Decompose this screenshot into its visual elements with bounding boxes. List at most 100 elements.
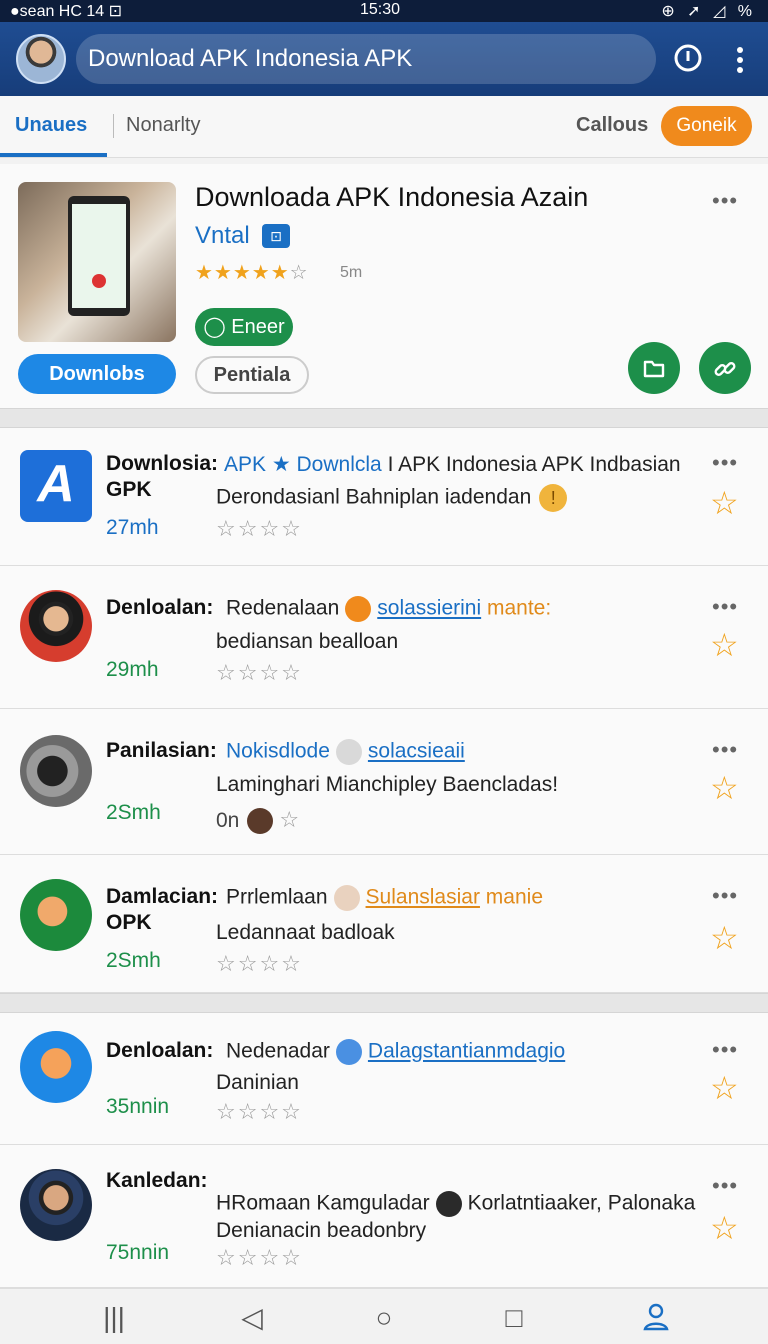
tab-indicator <box>0 153 107 157</box>
item-more-icon[interactable]: ••• <box>712 883 738 909</box>
item-rating[interactable]: ☆☆☆☆ <box>216 660 303 686</box>
avatar <box>435 1191 462 1217</box>
recents-icon[interactable]: ||| <box>94 1301 134 1335</box>
item-time: 75nnin <box>106 1241 170 1264</box>
featured-subtitle: Vntal <box>195 222 250 249</box>
verified-icon <box>335 1039 362 1065</box>
favorite-star-icon[interactable]: ☆ <box>710 484 739 522</box>
section-divider <box>0 993 768 1013</box>
item-time: 29mh <box>106 658 159 681</box>
info-icon[interactable] <box>670 42 706 78</box>
item-line2: Denianacin beadonbry <box>216 1219 427 1242</box>
item-more-icon[interactable]: ••• <box>712 1037 738 1063</box>
item-rating[interactable]: ☆ <box>279 807 299 832</box>
item-title: Panilasian: <box>106 739 217 762</box>
search-input[interactable] <box>76 34 656 84</box>
item-line2: bediansan bealloan <box>216 630 399 653</box>
item-line1: Prrlemlaan Sulanslasiar manie <box>226 885 543 911</box>
item-rating[interactable]: ☆☆☆☆ <box>216 1245 303 1271</box>
featured-thumbnail[interactable] <box>18 182 176 342</box>
item-line2: Daninian <box>216 1071 299 1094</box>
back-icon[interactable]: ◁ <box>232 1301 272 1335</box>
list-item[interactable]: Denloalan: Redenalaan solassierini mante:… <box>0 566 768 709</box>
item-more-icon[interactable]: ••• <box>712 1173 738 1199</box>
item-more-icon[interactable]: ••• <box>712 450 738 476</box>
favorite-star-icon[interactable]: ☆ <box>710 919 739 957</box>
app-icon <box>20 879 92 951</box>
item-line2: Laminghari Mianchipley Baencladas! <box>216 773 559 796</box>
app-icon <box>20 1031 92 1103</box>
featured-count: 5m <box>340 264 363 281</box>
list-item[interactable]: Damlacian: OPK Prrlemlaan Sulanslasiar ma… <box>0 855 768 993</box>
download-button[interactable]: Downlobs <box>18 354 176 394</box>
profile-icon[interactable] <box>636 1301 676 1335</box>
item-line1: HRomaan Kamguladar Korlatntiaaker, Palona… <box>216 1191 695 1217</box>
featured-badge-icon: ⊡ <box>262 224 290 248</box>
tab-callous[interactable]: Callous <box>576 114 648 137</box>
tab-unaues[interactable]: Unaues <box>15 114 87 137</box>
tab-nonarlty[interactable]: Nonarlty <box>126 114 200 137</box>
favorite-star-icon[interactable]: ☆ <box>710 1069 739 1107</box>
more-vert-icon[interactable] <box>722 42 758 78</box>
user-avatar <box>20 1169 92 1241</box>
status-icons: ⊕ ➚ ◿ % <box>661 3 756 20</box>
item-line1: Nokisdlode solacsieaii <box>226 739 465 765</box>
item-more-icon[interactable]: ••• <box>712 737 738 763</box>
goneik-button[interactable]: Goneik <box>661 106 752 146</box>
section-divider <box>0 408 768 428</box>
item-subtitle: GPK <box>106 478 152 501</box>
phone-image <box>68 196 130 316</box>
item-time: 2Smh <box>106 801 161 824</box>
item-time: 2Smh <box>106 949 161 972</box>
item-title: Kanledan: <box>106 1169 208 1192</box>
status-time: 15:30 <box>360 1 401 18</box>
item-rating[interactable]: ☆☆☆☆ <box>216 951 303 977</box>
item-rating[interactable]: ☆☆☆☆ <box>216 516 303 542</box>
avatar <box>333 885 360 911</box>
item-more-icon[interactable]: ••• <box>712 594 738 620</box>
user-avatar <box>20 590 92 662</box>
item-title: Denloalan: <box>106 596 214 619</box>
item-title: Denloalan: <box>106 1039 214 1062</box>
featured-stars-filled: ★★★★★ <box>195 262 290 284</box>
tab-separator <box>113 114 114 138</box>
item-line1: Redenalaan solassierini mante: <box>226 596 551 622</box>
eneer-pill[interactable]: ◯ Eneer <box>195 308 293 346</box>
list-item[interactable]: Kanledan: HRomaan Kamguladar Korlatntiaak… <box>0 1145 768 1288</box>
list-item[interactable]: Downlosia: GPK APK ★ Downlcla I APK Indo… <box>0 428 768 566</box>
item-title: Damlacian: <box>106 885 219 908</box>
avatar <box>335 739 362 765</box>
item-line2: Derondasianl Bahniplan iadendan! <box>216 484 568 512</box>
list-item[interactable]: Denloalan: Nedenadar Dalagstantianmdagio … <box>0 1013 768 1145</box>
favorite-star-icon[interactable]: ☆ <box>710 1209 739 1247</box>
user-avatar[interactable] <box>16 34 66 84</box>
item-title: Downlosia: <box>106 452 219 475</box>
status-bar: ●sean HC 14 ⊡ 15:30 ⊕ ➚ ◿ % <box>0 0 768 22</box>
featured-more-icon[interactable]: ••• <box>712 188 738 214</box>
item-time: 35nnin <box>106 1095 170 1118</box>
status-left: ●sean HC 14 ⊡ <box>10 3 123 20</box>
item-line1: Nedenadar Dalagstantianmdagio <box>226 1039 565 1065</box>
home-icon[interactable]: ○ <box>364 1301 404 1335</box>
warning-icon: ! <box>539 484 568 512</box>
item-line1: APK ★ Downlcla I APK Indonesia APK Indba… <box>224 453 681 476</box>
list-item[interactable]: Panilasian: Nokisdlode solacsieaii Laming… <box>0 709 768 855</box>
item-rating[interactable]: ☆☆☆☆ <box>216 1099 303 1125</box>
featured-title: Downloada APK Indonesia Azain <box>195 182 589 212</box>
tab-bar: Unaues Nonarlty Callous Goneik <box>0 96 768 158</box>
folder-icon[interactable] <box>628 342 680 394</box>
item-subtitle: OPK <box>106 911 152 934</box>
item-line2: Ledannaat badloak <box>216 921 395 944</box>
pentiala-button[interactable]: Pentiala <box>195 356 309 394</box>
featured-card: Downloada APK Indonesia Azain Vntal ⊡ ★★… <box>0 164 768 408</box>
favorite-star-icon[interactable]: ☆ <box>710 769 739 807</box>
phone-app-icon <box>20 735 92 807</box>
nav-bar: ||| ◁ ○ □ <box>0 1288 768 1344</box>
favorite-star-icon[interactable]: ☆ <box>710 626 739 664</box>
featured-star-empty: ☆ <box>289 262 309 284</box>
item-time: 27mh <box>106 516 159 539</box>
verified-icon <box>345 596 372 622</box>
link-icon[interactable] <box>699 342 751 394</box>
item-line3: 0n ☆ <box>216 807 299 835</box>
overview-icon[interactable]: □ <box>494 1301 534 1335</box>
